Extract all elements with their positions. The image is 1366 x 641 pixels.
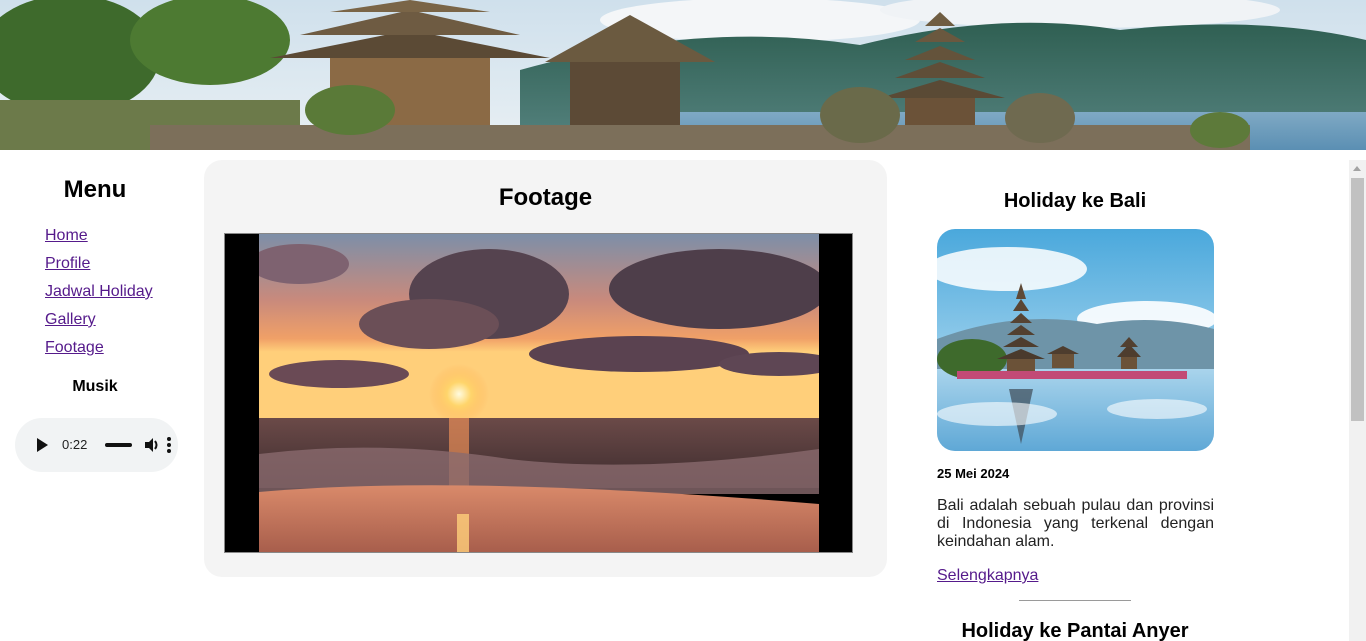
header-banner-image (0, 0, 1366, 150)
menu-link-gallery[interactable]: Gallery (45, 311, 96, 328)
menu-link-jadwal-holiday[interactable]: Jadwal Holiday (45, 283, 153, 300)
post-title: Holiday ke Bali (1003, 190, 1147, 212)
sidebar-posts: Holiday ke Bali 25 Mei 2024 Bali adalah … (905, 160, 1245, 641)
footage-panel: Footage (204, 160, 887, 577)
read-more-link[interactable]: Selengkapnya (937, 567, 1038, 585)
play-icon[interactable] (37, 438, 48, 452)
audio-time: 0:22 (62, 437, 88, 452)
post-title: Holiday ke Pantai Anyer (961, 620, 1189, 641)
scroll-up-arrow-icon[interactable] (1353, 166, 1361, 171)
menu-item-profile: Profile (45, 254, 153, 282)
post-divider (1019, 600, 1131, 601)
menu-title: Menu (63, 176, 127, 203)
page-scrollbar[interactable] (1349, 160, 1366, 641)
menu-list: Home Profile Jadwal Holiday Gallery Foot… (45, 226, 153, 366)
scrollbar-thumb[interactable] (1351, 178, 1364, 421)
audio-player: 0:22 (15, 418, 178, 472)
menu-link-footage[interactable]: Footage (45, 339, 104, 356)
more-options-icon[interactable] (167, 436, 171, 459)
menu-item-home: Home (45, 226, 153, 254)
menu-item-gallery: Gallery (45, 310, 153, 338)
post-image-bali (937, 229, 1214, 451)
menu-link-profile[interactable]: Profile (45, 255, 90, 272)
menu-item-jadwal-holiday: Jadwal Holiday (45, 282, 153, 310)
menu-item-footage: Footage (45, 338, 153, 366)
volume-icon[interactable] (143, 436, 161, 459)
menu-link-home[interactable]: Home (45, 227, 88, 244)
audio-seek-bar[interactable] (105, 443, 132, 447)
post-excerpt: Bali adalah sebuah pulau dan provinsi di… (937, 497, 1214, 550)
video-player[interactable] (224, 233, 853, 553)
footage-title: Footage (498, 184, 593, 211)
music-title: Musik (72, 378, 118, 395)
sunset-video-frame (259, 234, 819, 552)
post-date: 25 Mei 2024 (937, 466, 1010, 481)
